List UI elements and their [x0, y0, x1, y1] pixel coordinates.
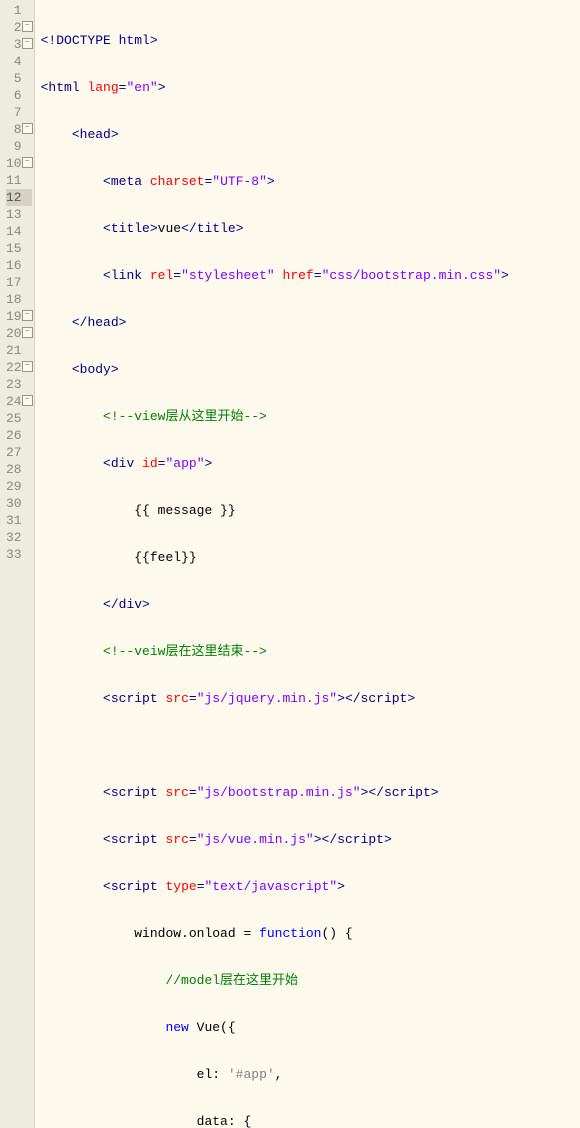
line-number: 22−: [6, 359, 32, 376]
code-line[interactable]: {{feel}}: [41, 549, 509, 566]
line-number: 2−: [6, 19, 32, 36]
fold-icon[interactable]: −: [22, 327, 33, 338]
line-number: 5: [6, 70, 32, 87]
code-line[interactable]: <!DOCTYPE html>: [41, 32, 509, 49]
line-number: 8−: [6, 121, 32, 138]
line-number: 11: [6, 172, 32, 189]
line-number: 3−: [6, 36, 32, 53]
line-number: 27: [6, 444, 32, 461]
line-number: 13: [6, 206, 32, 223]
line-number: 6: [6, 87, 32, 104]
line-number: 20−: [6, 325, 32, 342]
fold-icon[interactable]: −: [22, 123, 33, 134]
code-line[interactable]: <!--view层从这里开始-->: [41, 408, 509, 425]
code-line[interactable]: [41, 737, 509, 754]
code-line[interactable]: <script src="js/bootstrap.min.js"></scri…: [41, 784, 509, 801]
line-number: 18: [6, 291, 32, 308]
code-area[interactable]: <!DOCTYPE html> <html lang="en"> <head> …: [35, 0, 509, 1128]
code-line[interactable]: <title>vue</title>: [41, 220, 509, 237]
line-number: 9: [6, 138, 32, 155]
code-line[interactable]: <head>: [41, 126, 509, 143]
line-number: 30: [6, 495, 32, 512]
code-line[interactable]: <html lang="en">: [41, 79, 509, 96]
line-number: 10−: [6, 155, 32, 172]
line-number: 28: [6, 461, 32, 478]
code-line[interactable]: {{ message }}: [41, 502, 509, 519]
code-line[interactable]: data: {: [41, 1113, 509, 1128]
code-line[interactable]: <script src="js/vue.min.js"></script>: [41, 831, 509, 848]
line-number: 26: [6, 427, 32, 444]
code-line[interactable]: </head>: [41, 314, 509, 331]
fold-icon[interactable]: −: [22, 361, 33, 372]
fold-icon[interactable]: −: [22, 157, 33, 168]
line-number: 24−: [6, 393, 32, 410]
fold-icon[interactable]: −: [22, 395, 33, 406]
code-line[interactable]: <!--veiw层在这里结束-->: [41, 643, 509, 660]
code-line[interactable]: el: '#app',: [41, 1066, 509, 1083]
code-line[interactable]: <div id="app">: [41, 455, 509, 472]
code-line[interactable]: new Vue({: [41, 1019, 509, 1036]
fold-icon[interactable]: −: [22, 310, 33, 321]
line-number: 21: [6, 342, 32, 359]
code-editor[interactable]: 12−3−45678−910−111213141516171819−20−212…: [0, 0, 580, 1128]
line-number: 23: [6, 376, 32, 393]
code-line[interactable]: </div>: [41, 596, 509, 613]
line-number: 1: [6, 2, 32, 19]
line-number: 25: [6, 410, 32, 427]
line-number: 17: [6, 274, 32, 291]
line-number: 19−: [6, 308, 32, 325]
code-line[interactable]: <link rel="stylesheet" href="css/bootstr…: [41, 267, 509, 284]
line-number: 12: [6, 189, 32, 206]
line-number: 16: [6, 257, 32, 274]
gutter: 12−3−45678−910−111213141516171819−20−212…: [0, 0, 35, 1128]
code-line[interactable]: <script type="text/javascript">: [41, 878, 509, 895]
doctype: <!DOCTYPE html>: [41, 33, 158, 48]
code-line[interactable]: <body>: [41, 361, 509, 378]
line-number: 7: [6, 104, 32, 121]
line-number: 4: [6, 53, 32, 70]
line-number: 29: [6, 478, 32, 495]
code-line[interactable]: //model层在这里开始: [41, 972, 509, 989]
code-line[interactable]: window.onload = function() {: [41, 925, 509, 942]
fold-icon[interactable]: −: [22, 38, 33, 49]
line-number: 15: [6, 240, 32, 257]
fold-icon[interactable]: −: [22, 21, 33, 32]
code-line[interactable]: <meta charset="UTF-8">: [41, 173, 509, 190]
line-number: 31: [6, 512, 32, 529]
line-number: 14: [6, 223, 32, 240]
line-number: 33: [6, 546, 32, 563]
code-line[interactable]: <script src="js/jquery.min.js"></script>: [41, 690, 509, 707]
line-number: 32: [6, 529, 32, 546]
